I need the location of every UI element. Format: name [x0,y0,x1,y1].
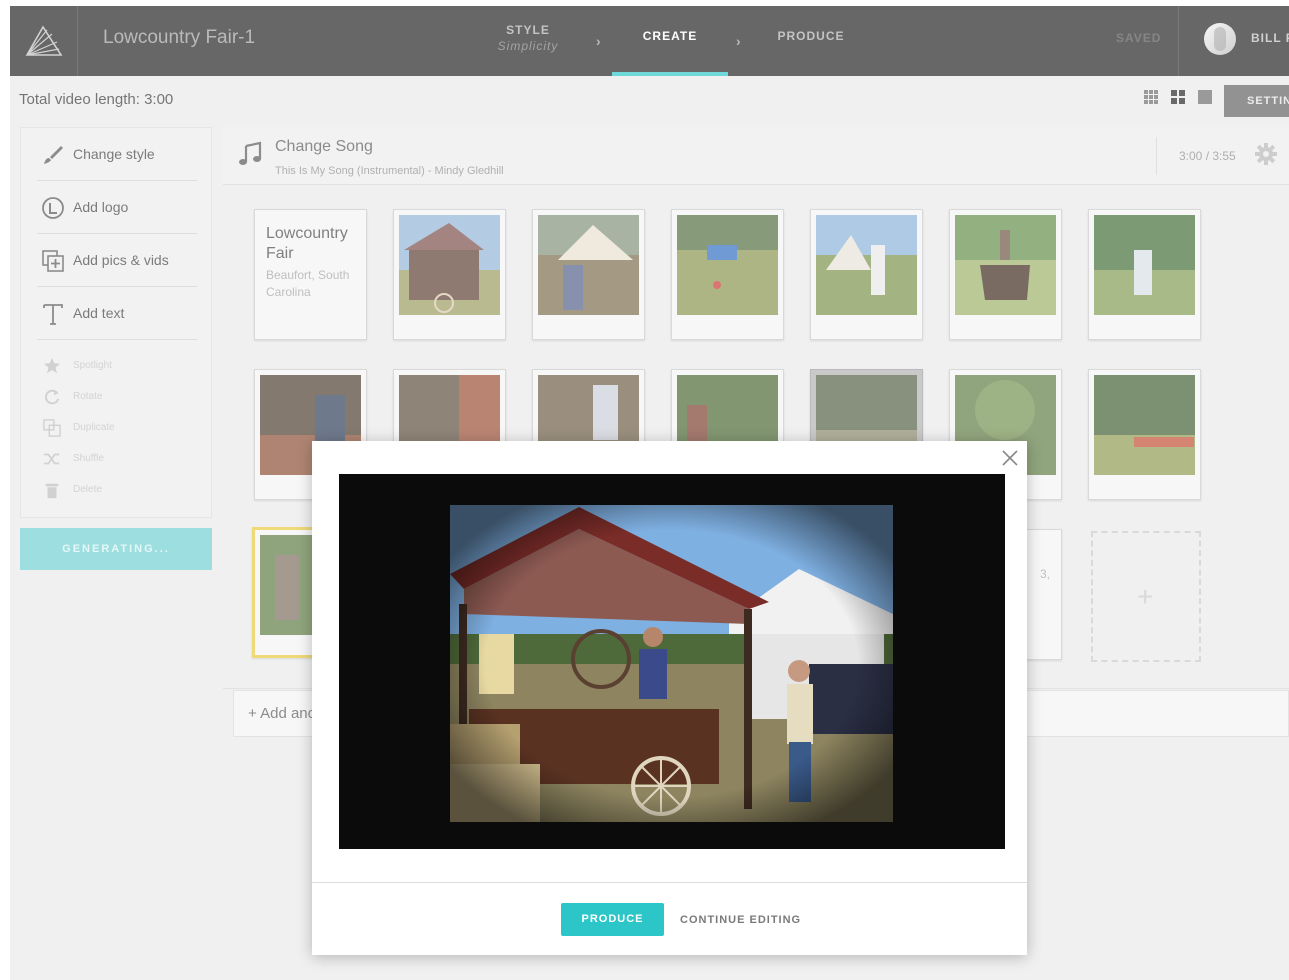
app-window: Lowcountry Fair-1 STYLE Simplicity › CRE… [10,6,1289,980]
video-frame-image [339,474,1005,849]
preview-modal: PRODUCE CONTINUE EDITING [312,441,1027,955]
close-icon[interactable] [1000,448,1020,468]
modal-footer: PRODUCE CONTINUE EDITING [312,882,1027,955]
video-preview[interactable] [339,474,1005,849]
continue-editing-button[interactable]: CONTINUE EDITING [680,914,801,926]
produce-button[interactable]: PRODUCE [561,903,664,936]
